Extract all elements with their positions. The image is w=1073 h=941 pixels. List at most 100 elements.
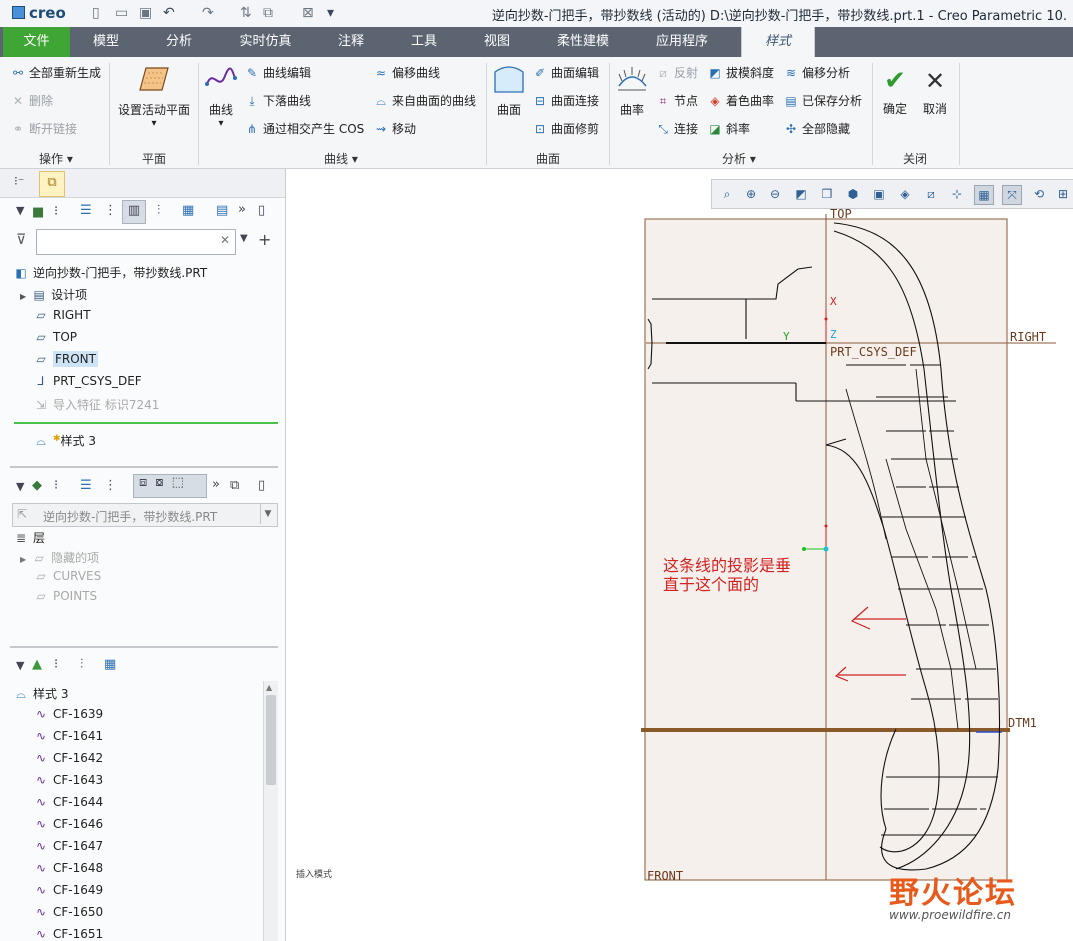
layer-item-points[interactable]: ▱ POINTS <box>34 589 97 603</box>
cancel-button[interactable]: ✕ 取消 <box>916 66 954 117</box>
more-options-icon[interactable]: ⁝ <box>54 657 58 672</box>
reflect-button[interactable]: ⧄ 反射 <box>655 64 698 81</box>
clear-search-icon[interactable]: ✕ <box>220 233 230 247</box>
style-tree-root[interactable]: ⌓ 样式 3 <box>14 685 68 702</box>
open-file-icon[interactable]: ▭ <box>115 5 128 21</box>
model-tree-tab-icon[interactable]: ⁝⁻ <box>14 174 24 188</box>
ok-button[interactable]: ✔ 确定 <box>876 66 914 117</box>
undo-icon[interactable]: ↶ <box>163 5 175 21</box>
shaded-curvature-button[interactable]: ◈ 着色曲率 <box>707 92 774 109</box>
columns-icon[interactable]: ▥ <box>122 200 146 224</box>
expand-more-icon[interactable]: » <box>238 202 246 217</box>
tab-flexible-modeling[interactable]: 柔性建模 <box>545 27 621 57</box>
model-select-dropdown[interactable]: ⇱ 逆向抄数-门把手，带抄数线.PRT ▼ <box>12 503 278 527</box>
node-button[interactable]: ⌗ 节点 <box>655 92 698 109</box>
offset-analysis-button[interactable]: ≋ 偏移分析 <box>783 64 850 81</box>
tab-applications[interactable]: 应用程序 <box>644 27 720 57</box>
chevron-down-icon[interactable]: ▼ <box>260 504 275 524</box>
search-dropdown-icon[interactable]: ▼ <box>240 233 248 244</box>
tab-style[interactable]: 样式 <box>741 27 815 57</box>
tree-item-front[interactable]: ▱ FRONT <box>34 351 98 367</box>
scroll-up-icon[interactable]: ▲ <box>266 683 276 692</box>
collapse-arrow-icon[interactable]: ▼ <box>16 204 24 217</box>
style-curve-item[interactable]: ∿ CF-1646 <box>34 817 103 831</box>
layer-item-curves[interactable]: ▱ CURVES <box>34 569 101 583</box>
tree-item-right[interactable]: ▱ RIGHT <box>34 308 90 322</box>
slope-button[interactable]: ◪ 斜率 <box>707 120 750 137</box>
curve-button[interactable]: 曲线 ▾ <box>202 64 240 129</box>
new-file-icon[interactable]: ▯ <box>92 5 100 21</box>
filter-icon[interactable]: ⊽ <box>16 232 26 248</box>
tab-view[interactable]: 视图 <box>468 27 526 57</box>
style-curve-item[interactable]: ∿ CF-1644 <box>34 795 103 809</box>
scrollbar-thumb[interactable] <box>266 695 276 785</box>
connect-analysis-button[interactable]: ⤡ 连接 <box>655 120 698 137</box>
tree-settings-icon[interactable]: ⫶ <box>80 657 83 672</box>
offset-curve-button[interactable]: ≈ 偏移曲线 <box>373 64 440 81</box>
cos-intersect-button[interactable]: ⋔ 通过相交产生 COS <box>244 120 364 137</box>
model-tree-root[interactable]: ◧ 逆向抄数-门把手，带抄数线.PRT <box>14 264 207 281</box>
break-link-button[interactable]: ⚭ 断开链接 <box>10 120 77 137</box>
tab-tools[interactable]: 工具 <box>395 27 453 57</box>
curvature-button[interactable]: 曲率 <box>613 64 651 118</box>
show-icon[interactable]: ▦ <box>182 203 194 218</box>
tree-item-top[interactable]: ▱ TOP <box>34 330 77 344</box>
expand-arrow-icon[interactable]: ▶ <box>20 292 26 301</box>
show-icon[interactable]: ▦ <box>104 657 116 672</box>
draft-button[interactable]: ◩ 拔模斜度 <box>707 64 774 81</box>
more-options-icon[interactable]: ⁝ <box>54 204 58 219</box>
layer-item-hidden[interactable]: ▶ ▱ 隐藏的项 <box>20 549 99 566</box>
list-view-icon[interactable]: ☰ <box>80 203 92 218</box>
add-filter-icon[interactable]: + <box>258 230 271 249</box>
style-curve-item[interactable]: ∿ CF-1642 <box>34 751 103 765</box>
customize-toolbar-icon[interactable]: ▾ <box>327 5 334 21</box>
insert-here-marker[interactable] <box>14 422 278 424</box>
layer-root[interactable]: ≣ 层 <box>14 529 45 546</box>
regenerate-icon[interactable]: ⇅ <box>240 5 252 21</box>
hide-all-button[interactable]: ✣ 全部隐藏 <box>783 120 850 137</box>
collapse-arrow-icon[interactable]: ▼ <box>16 659 24 672</box>
pane-splitter[interactable] <box>10 646 278 648</box>
surface-button[interactable]: 曲面 <box>490 64 528 118</box>
style-curve-item[interactable]: ∿ CF-1650 <box>34 905 103 919</box>
tree-settings-icon[interactable]: ⫶ <box>157 203 160 218</box>
tab-file[interactable]: 文件 <box>3 27 70 57</box>
tab-analysis[interactable]: 分析 <box>148 27 210 57</box>
expand-more-icon[interactable]: » <box>212 477 220 492</box>
surface-connect-button[interactable]: ⊟ 曲面连接 <box>532 92 599 109</box>
tree-item-style-feature[interactable]: ⌓ ✱样式 3 <box>34 432 96 449</box>
style-curve-item[interactable]: ∿ CF-1647 <box>34 839 103 853</box>
more-options-icon[interactable]: ⁝ <box>54 478 58 493</box>
close-window-icon[interactable]: ⊠ <box>302 5 314 21</box>
curve-from-surface-button[interactable]: ⌓ 来自曲面的曲线 <box>373 92 476 109</box>
details-icon[interactable]: ▤ <box>216 203 228 218</box>
page-setup-icon[interactable]: ▯ <box>258 478 265 493</box>
style-curve-item[interactable]: ∿ CF-1643 <box>34 773 103 787</box>
redo-icon[interactable]: ↷ <box>202 5 214 21</box>
page-setup-icon[interactable]: ▯ <box>258 203 265 218</box>
group-operations-label[interactable]: 操作 ▾ <box>39 150 73 167</box>
tree-item-import-feature[interactable]: ⇲ 导入特征 标识7241 <box>34 396 159 413</box>
style-curve-item[interactable]: ∿ CF-1648 <box>34 861 103 875</box>
drop-curve-button[interactable]: ⤓ 下落曲线 <box>244 92 311 109</box>
folder-browser-tab-icon[interactable]: ⧉ <box>39 171 65 197</box>
windows-icon[interactable]: ⧉ <box>263 5 273 21</box>
tab-model[interactable]: 模型 <box>77 27 135 57</box>
tree-item-design-items[interactable]: ▶ ▤ 设计项 <box>20 286 87 303</box>
layer-tools-group[interactable]: ⧈ ⧇ ⬚ <box>133 474 207 498</box>
style-curve-item[interactable]: ∿ CF-1641 <box>34 729 103 743</box>
delete-button[interactable]: ✕ 删除 <box>10 92 53 109</box>
regenerate-all-button[interactable]: ⚯ 全部重新生成 <box>10 64 101 81</box>
search-input[interactable]: ✕ <box>36 229 236 255</box>
style-curve-item[interactable]: ∿ CF-1649 <box>34 883 103 897</box>
saved-analysis-button[interactable]: ▤ 已保存分析 <box>783 92 862 109</box>
tree-filters-icon[interactable]: ⋮ <box>104 203 117 218</box>
scrollbar[interactable]: ▲ <box>263 681 278 941</box>
tree-filters-icon[interactable]: ⋮ <box>104 478 117 493</box>
surface-edit-button[interactable]: ✐ 曲面编辑 <box>532 64 599 81</box>
model-viewport[interactable]: TOP RIGHT PRT_CSYS_DEF FRONT DTM1 X Y Z <box>286 169 1073 941</box>
list-view-icon[interactable]: ☰ <box>80 478 92 493</box>
style-curve-item[interactable]: ∿ CF-1651 <box>34 927 103 941</box>
style-curve-item[interactable]: ∿ CF-1639 <box>34 707 103 721</box>
expand-arrow-icon[interactable]: ▶ <box>20 555 26 564</box>
